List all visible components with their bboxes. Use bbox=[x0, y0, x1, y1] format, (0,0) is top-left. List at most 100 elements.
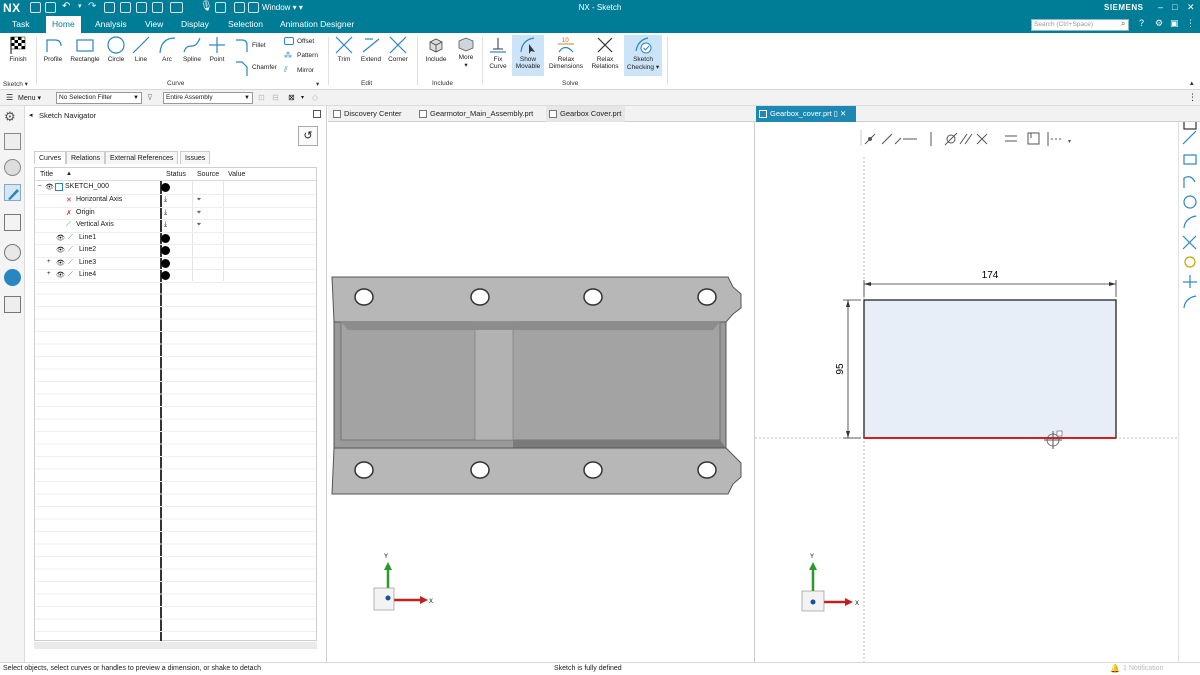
sort-ascending-icon[interactable]: ▲ bbox=[66, 171, 72, 177]
eye-icon[interactable]: 👁 bbox=[56, 259, 65, 267]
chamfer-icon[interactable] bbox=[234, 59, 250, 77]
sketch-navigator-icon[interactable] bbox=[4, 184, 21, 201]
relax-relations-button[interactable]: Relax Relations bbox=[588, 35, 622, 70]
minimize-button[interactable]: – bbox=[1158, 2, 1163, 12]
trim-button[interactable]: Trim bbox=[333, 35, 355, 63]
pattern-button[interactable]: Pattern bbox=[297, 52, 318, 59]
height-dimension[interactable]: 95 bbox=[835, 299, 861, 439]
column-status[interactable]: Status bbox=[166, 171, 186, 178]
column-value[interactable]: Value bbox=[228, 171, 245, 178]
tree-scrollbar[interactable] bbox=[34, 642, 317, 649]
show-movable-button[interactable]: Show Movable bbox=[512, 35, 544, 76]
menu-hamburger-icon[interactable]: ☰ bbox=[6, 93, 13, 102]
column-source[interactable]: Source bbox=[197, 171, 219, 178]
sketch-viewport[interactable]: ▾ 174 95 Y X bbox=[755, 122, 1178, 662]
finish-button[interactable]: Finish bbox=[4, 35, 32, 63]
palette-icon[interactable] bbox=[1184, 256, 1196, 268]
pattern-icon[interactable]: ⁂ bbox=[284, 51, 292, 60]
curve-group-expand-icon[interactable]: ▾ bbox=[316, 80, 319, 88]
point-button[interactable]: Point bbox=[206, 35, 228, 63]
sketch-rectangle[interactable] bbox=[863, 299, 1117, 439]
tree-row-horizontal-axis[interactable]: ✕ Horizontal Axis ⤓ ⌖ bbox=[35, 195, 316, 208]
relax-dimensions-button[interactable]: 10 Relax Dimensions bbox=[547, 35, 585, 70]
window-arrange-icon[interactable]: ▣ bbox=[1170, 18, 1179, 29]
snap-point-icon[interactable]: ⊠ bbox=[288, 93, 295, 102]
roles-icon[interactable] bbox=[4, 296, 21, 313]
select-all-icon[interactable]: ⊡ bbox=[258, 93, 265, 102]
fillet-icon[interactable] bbox=[234, 37, 250, 53]
tab-external-references[interactable]: External References bbox=[105, 151, 179, 164]
filterbar-options-icon[interactable]: ⋮ bbox=[1188, 92, 1197, 103]
settings-gear-icon[interactable]: ⚙ bbox=[4, 109, 21, 126]
line-button[interactable]: Line bbox=[130, 35, 152, 63]
tree-row-line2[interactable]: 👁 ⟋ Line2 bbox=[35, 245, 316, 258]
extend-button[interactable]: Extend bbox=[358, 35, 384, 63]
assembly-navigator-icon[interactable] bbox=[4, 159, 21, 176]
eye-icon[interactable]: 👁 bbox=[56, 234, 65, 242]
selection-filter-select[interactable]: No Selection Filter ▼ bbox=[56, 92, 142, 104]
rectangle-tool-icon[interactable] bbox=[1183, 154, 1197, 165]
history-icon[interactable] bbox=[4, 244, 21, 261]
part-viewport[interactable]: Y X bbox=[328, 122, 754, 662]
width-dimension-value[interactable]: 174 bbox=[982, 270, 999, 281]
reset-filter-icon[interactable]: ⊽ bbox=[147, 93, 153, 102]
maximize-button[interactable]: □ bbox=[1172, 2, 1177, 12]
close-button[interactable]: ✕ bbox=[1187, 2, 1195, 13]
rectangle-button[interactable]: Rectangle bbox=[68, 35, 102, 63]
arc-button[interactable]: Arc bbox=[156, 35, 178, 63]
tab-gearbox-cover-sketch[interactable]: Gearbox_cover.prt ▯ ✕ bbox=[756, 106, 856, 122]
sketch-checking-button[interactable]: Sketch Checking ▾ bbox=[624, 35, 662, 76]
profile-tool-icon[interactable] bbox=[1183, 176, 1196, 188]
eye-icon[interactable]: 👁 bbox=[56, 246, 65, 254]
notification-count[interactable]: 1 Notification bbox=[1123, 665, 1163, 672]
tab-animation-designer[interactable]: Animation Designer bbox=[274, 16, 360, 33]
navigator-undo-icon[interactable]: ↺ bbox=[298, 126, 318, 146]
tree-row-vertical-axis[interactable]: ⟋ Vertical Axis ⤓ ⌖ bbox=[35, 220, 316, 233]
corner-button[interactable]: Corner bbox=[386, 35, 410, 63]
settings-icon[interactable]: ⚙ bbox=[1155, 18, 1163, 29]
line-tool-icon[interactable] bbox=[1182, 130, 1197, 145]
tree-row-line4[interactable]: + 👁 ⟋ Line4 bbox=[35, 270, 316, 283]
chamfer-button[interactable]: Chamfer bbox=[252, 64, 277, 71]
web-browser-icon[interactable] bbox=[4, 269, 21, 286]
tree-row-origin[interactable]: ✗ Origin ⤓ ⌖ bbox=[35, 208, 316, 220]
tab-discovery-center[interactable]: Discovery Center bbox=[330, 106, 406, 122]
include-button[interactable]: Include bbox=[422, 35, 450, 63]
quick-pick-icon[interactable]: ◇ bbox=[312, 93, 318, 102]
tree-row-line1[interactable]: 👁 ⟋ Line1 bbox=[35, 233, 316, 245]
mirror-button[interactable]: Mirror bbox=[297, 67, 314, 74]
width-dimension[interactable]: 174 bbox=[863, 270, 1117, 297]
snap-dropdown-icon[interactable]: ▾ bbox=[301, 94, 304, 101]
collapse-icon[interactable]: – bbox=[38, 183, 41, 189]
column-title[interactable]: Title bbox=[40, 171, 53, 178]
reuse-library-icon[interactable] bbox=[4, 214, 21, 231]
tab-task[interactable]: Task bbox=[6, 16, 35, 33]
bell-icon[interactable]: 🔔 bbox=[1110, 664, 1120, 673]
offset-button[interactable]: Offset bbox=[297, 38, 314, 45]
fillet-tool-icon[interactable] bbox=[1183, 295, 1197, 309]
spline-button[interactable]: Spline bbox=[180, 35, 204, 63]
ribbon-collapse-icon[interactable]: ▴ bbox=[1190, 79, 1194, 87]
tab-relations[interactable]: Relations bbox=[66, 151, 106, 164]
circle-tool-icon[interactable] bbox=[1183, 195, 1197, 209]
navigator-collapse-icon[interactable]: ◂ bbox=[29, 111, 33, 119]
sketch-constraint-toolbar[interactable]: ▾ bbox=[860, 130, 1071, 146]
height-dimension-value[interactable]: 95 bbox=[835, 363, 846, 375]
tab-display[interactable]: Display bbox=[175, 16, 215, 33]
tab-home[interactable]: Home bbox=[46, 16, 81, 33]
navigator-maximize-icon[interactable] bbox=[313, 110, 321, 118]
tab-analysis[interactable]: Analysis bbox=[89, 16, 133, 33]
deselect-icon[interactable]: ⊟ bbox=[272, 93, 279, 102]
command-search-input[interactable]: Search (Ctrl+Space) bbox=[1031, 19, 1129, 31]
fillet-button[interactable]: Fillet bbox=[252, 42, 266, 49]
offset-icon[interactable] bbox=[284, 37, 294, 45]
menu-button[interactable]: Menu ▾ bbox=[18, 94, 41, 102]
fit-view-icon[interactable] bbox=[1183, 116, 1197, 130]
tab-selection[interactable]: Selection bbox=[222, 16, 269, 33]
arc-tool-icon[interactable] bbox=[1183, 215, 1197, 229]
eye-icon[interactable]: 👁 bbox=[56, 271, 65, 279]
tree-row-sketch[interactable]: – 👁 SKETCH_000 bbox=[35, 182, 316, 195]
search-icon[interactable]: ⌕ bbox=[1121, 19, 1125, 29]
tab-view[interactable]: View bbox=[139, 16, 169, 33]
profile-button[interactable]: Profile bbox=[40, 35, 66, 63]
